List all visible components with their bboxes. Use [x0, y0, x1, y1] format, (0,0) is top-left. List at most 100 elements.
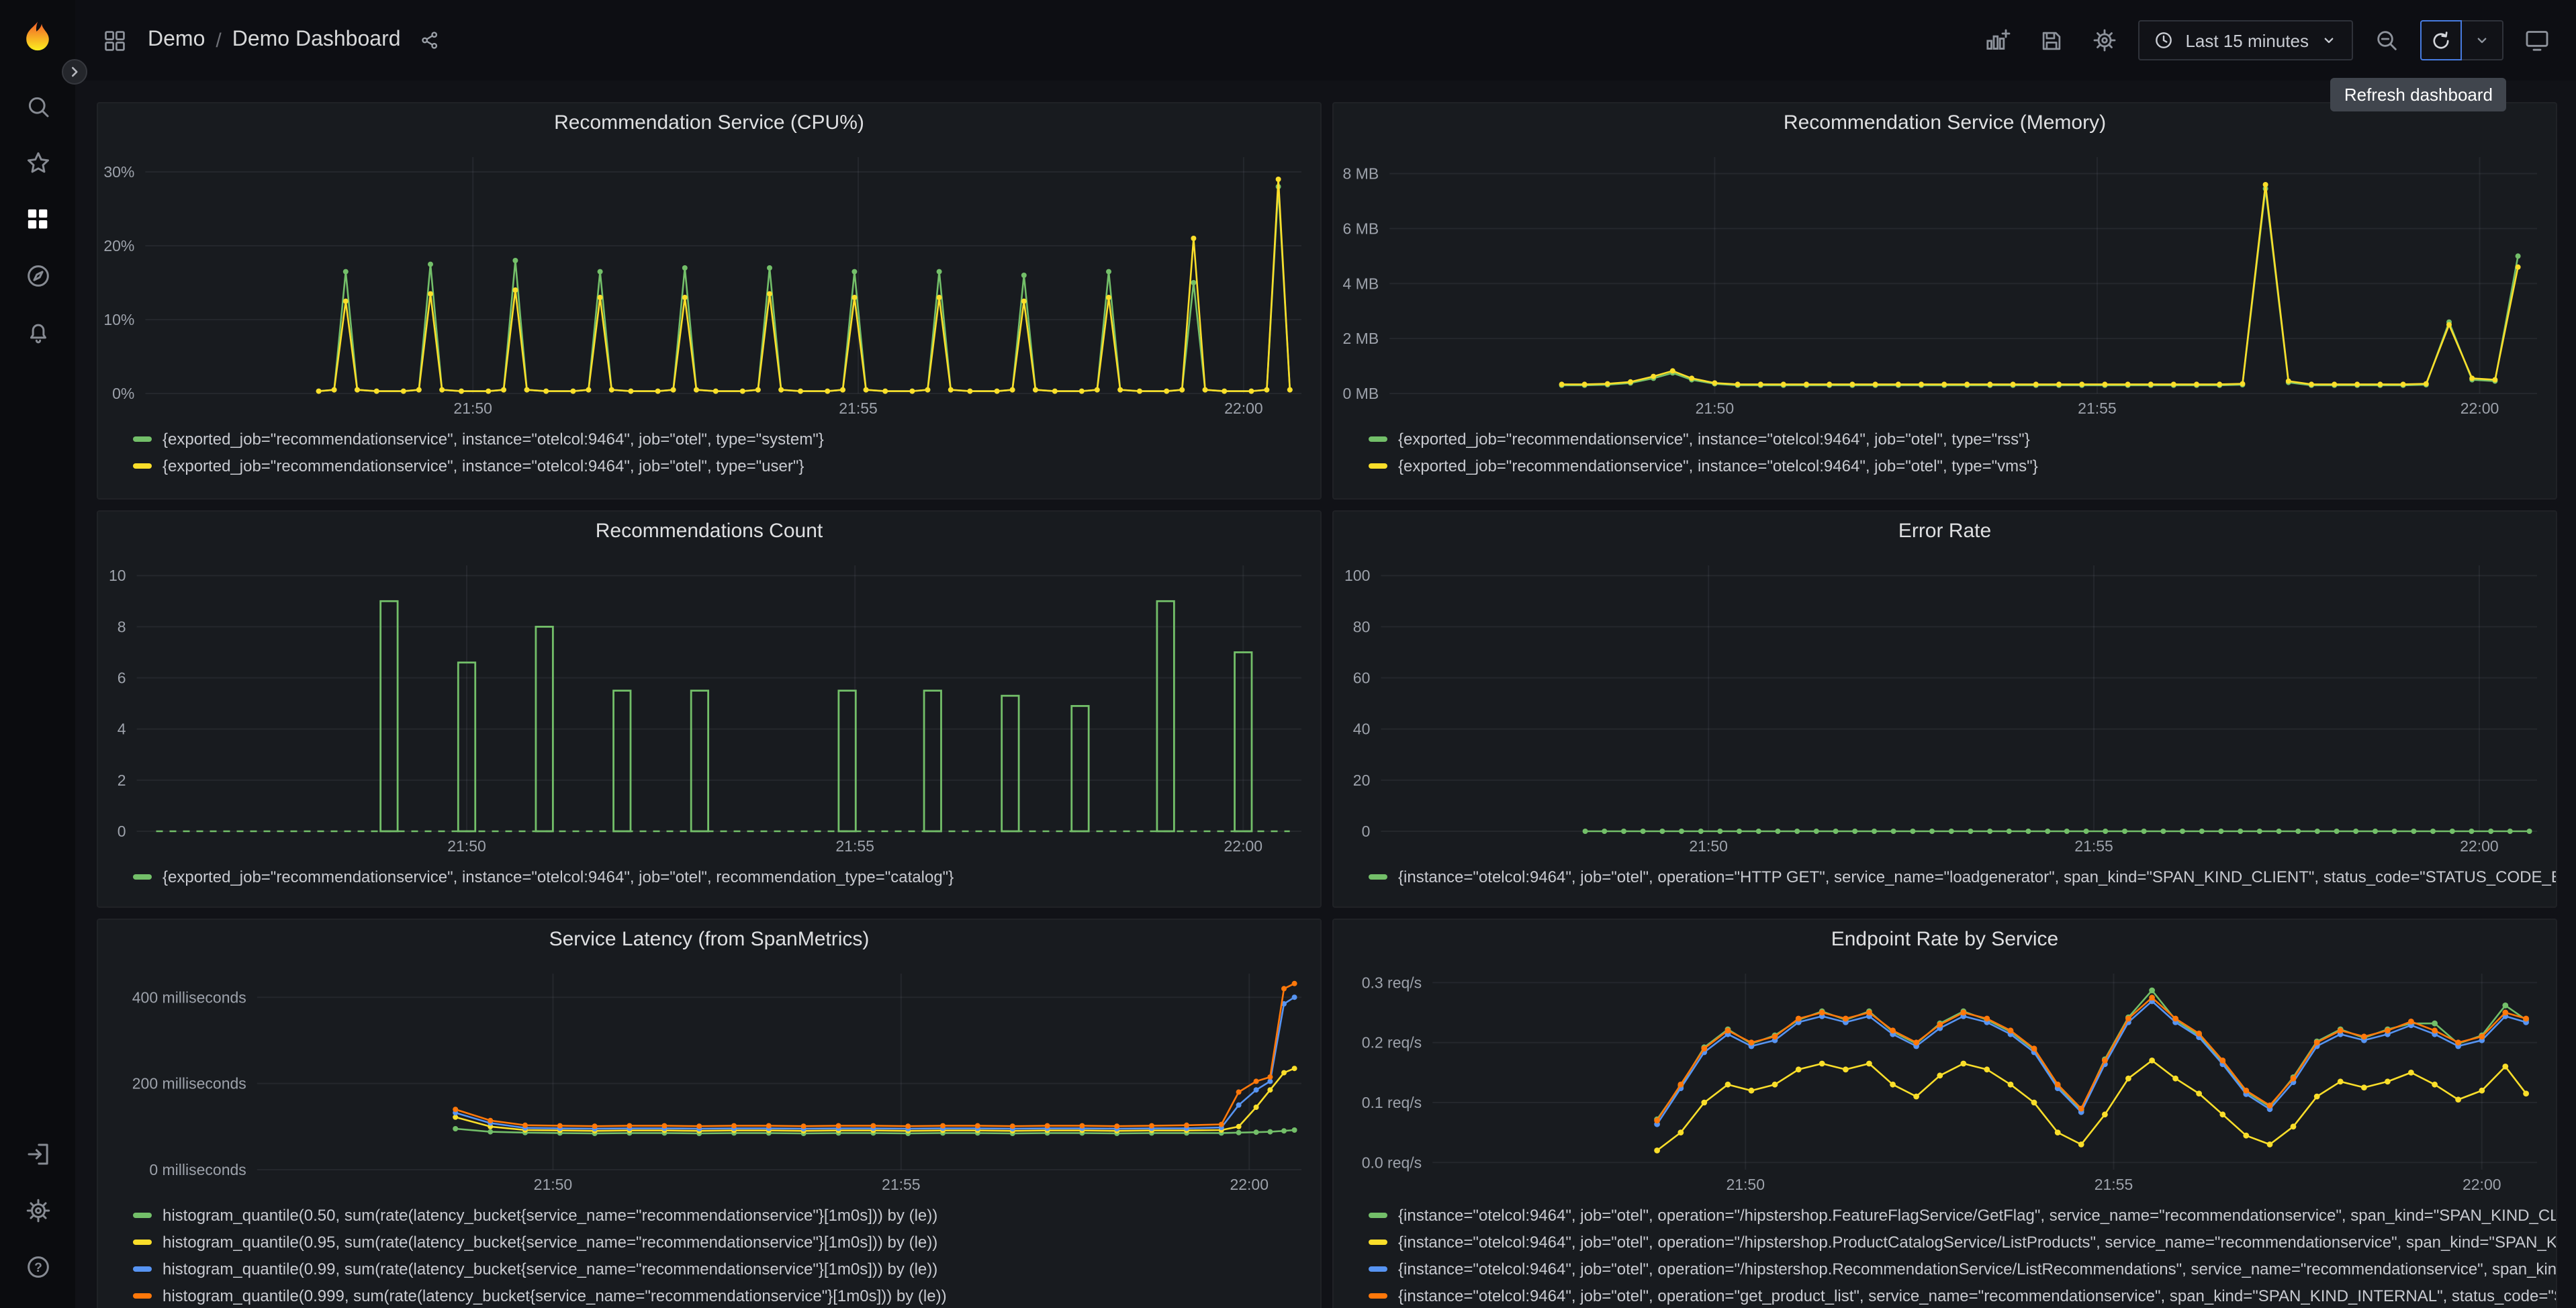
panel-add-icon [1986, 29, 2011, 50]
svg-text:22:00: 22:00 [2463, 1176, 2501, 1193]
refresh-button[interactable] [2420, 20, 2462, 60]
sidebar-item-search[interactable] [11, 78, 64, 134]
sidebar-item-sign-in[interactable] [11, 1125, 64, 1182]
zoom-out-button[interactable] [2366, 20, 2407, 60]
legend-item[interactable]: {exported_job="recommendationservice", i… [133, 426, 1309, 453]
legend-series-marker [133, 1266, 152, 1272]
legend-series-label: histogram_quantile(0.99, sum(rate(latenc… [163, 1260, 938, 1278]
legend-item[interactable]: {exported_job="recommendationservice", i… [133, 863, 1309, 890]
svg-text:4 MB: 4 MB [1343, 275, 1379, 292]
share-dashboard-button[interactable] [414, 24, 447, 56]
legend-series-marker [133, 463, 152, 469]
svg-text:21:55: 21:55 [2078, 400, 2117, 417]
star-icon [26, 151, 49, 173]
legend-series-marker [1369, 1266, 1387, 1272]
panel-title[interactable]: Recommendation Service (CPU%) [98, 103, 1320, 144]
svg-text:20: 20 [1353, 772, 1371, 789]
legend-item[interactable]: {instance="otelcol:9464", job="otel", op… [1369, 1229, 2556, 1256]
svg-text:8: 8 [118, 618, 126, 635]
legend-item[interactable]: histogram_quantile(0.95, sum(rate(latenc… [133, 1229, 1309, 1256]
legend-series-label: {exported_job="recommendationservice", i… [1398, 430, 2030, 449]
legend-item[interactable]: histogram_quantile(0.999, sum(rate(laten… [133, 1282, 1309, 1308]
svg-text:22:00: 22:00 [2460, 837, 2499, 855]
save-dashboard-button[interactable] [2031, 20, 2071, 60]
sidebar: ? [0, 0, 75, 1308]
legend-item[interactable]: {exported_job="recommendationservice", i… [133, 453, 1309, 479]
legend-series-label: {instance="otelcol:9464", job="otel", op… [1398, 1260, 2556, 1278]
refresh-split-button [2420, 20, 2503, 60]
svg-text:400 milliseconds: 400 milliseconds [132, 988, 246, 1006]
zoom-out-icon [2377, 31, 2397, 50]
svg-text:22:00: 22:00 [1224, 400, 1263, 417]
memory-chart[interactable]: 0 MB 2 MB 4 MB 6 MB 8 MB 21:50 21:55 22:00 [1334, 144, 2556, 420]
endpoint-rate-chart[interactable]: 0.0 req/s 0.1 req/s 0.2 req/s 0.3 req/s 21:5… [1334, 960, 2556, 1197]
error-rate-chart[interactable]: 0 20 40 60 80 100 21:50 21:55 22:00 [1334, 552, 2556, 858]
svg-text:30%: 30% [103, 163, 134, 181]
svg-text:22:00: 22:00 [1230, 1176, 1269, 1193]
dashboard-grid: Recommendation Service (CPU%) 0% 10% 20% 30… [75, 81, 2576, 1308]
svg-text:2: 2 [118, 772, 126, 789]
sidebar-item-dashboards[interactable] [11, 191, 64, 247]
breadcrumb-section[interactable]: Demo [148, 28, 205, 52]
panel-recommendation-cpu: Recommendation Service (CPU%) 0% 10% 20% 30… [97, 102, 1322, 500]
svg-text:2 MB: 2 MB [1343, 330, 1379, 347]
refresh-interval-dropdown[interactable] [2462, 20, 2503, 60]
svg-text:0: 0 [118, 823, 126, 840]
chevron-right-icon [71, 66, 78, 77]
legend-item[interactable]: {instance="otelcol:9464", job="otel", op… [1369, 863, 2556, 890]
svg-text:0%: 0% [112, 385, 134, 402]
breadcrumb-dashboard[interactable]: Demo Dashboard [232, 28, 401, 52]
sidebar-item-starred[interactable] [11, 134, 64, 191]
compass-icon [27, 265, 48, 286]
legend-item[interactable]: {exported_job="recommendationservice", i… [1369, 453, 2545, 479]
error-rate-legend: {instance="otelcol:9464", job="otel", op… [1334, 858, 2556, 890]
legend-series-marker [133, 436, 152, 442]
svg-text:0.2 req/s: 0.2 req/s [1362, 1034, 1422, 1052]
legend-item[interactable]: {instance="otelcol:9464", job="otel", op… [1369, 1282, 2556, 1308]
cpu-chart[interactable]: 0% 10% 20% 30% 21:50 21:55 22:00 [98, 144, 1320, 420]
svg-text:10: 10 [109, 567, 126, 584]
caret-down-icon [2477, 38, 2487, 44]
breadcrumb: Demo / Demo Dashboard [148, 28, 401, 52]
service-latency-chart[interactable]: 0 milliseconds 200 milliseconds 400 millis… [98, 960, 1320, 1197]
svg-text:?: ? [34, 1260, 42, 1274]
sidebar-item-help[interactable]: ? [11, 1238, 64, 1295]
legend-series-label: histogram_quantile(0.95, sum(rate(latenc… [163, 1233, 938, 1252]
svg-text:80: 80 [1353, 618, 1371, 635]
breadcrumb-separator: / [216, 29, 222, 52]
svg-text:21:55: 21:55 [839, 400, 878, 417]
sidebar-item-alerting[interactable] [11, 303, 64, 360]
panel-title[interactable]: Service Latency (from SpanMetrics) [98, 920, 1320, 960]
kiosk-mode-button[interactable] [2517, 20, 2557, 60]
svg-text:0.1 req/s: 0.1 req/s [1362, 1094, 1422, 1111]
dashboard-settings-button[interactable] [2084, 20, 2125, 60]
legend-series-label: {exported_job="recommendationservice", i… [163, 457, 804, 475]
sidebar-item-explore[interactable] [11, 247, 64, 303]
time-range-picker[interactable]: Last 15 minutes [2138, 20, 2353, 60]
panel-title[interactable]: Recommendations Count [98, 512, 1320, 552]
svg-text:21:55: 21:55 [2095, 1176, 2133, 1193]
recommendations-count-chart[interactable]: 0 2 4 6 8 10 21:50 21:55 22:00 [98, 552, 1320, 858]
svg-text:21:50: 21:50 [1689, 837, 1728, 855]
legend-item[interactable]: {instance="otelcol:9464", job="otel", op… [1369, 1256, 2556, 1282]
panel-title[interactable]: Error Rate [1334, 512, 2556, 552]
grafana-logo[interactable] [13, 13, 62, 62]
legend-series-label: {instance="otelcol:9464", job="otel", op… [1398, 1206, 2556, 1225]
legend-item[interactable]: {instance="otelcol:9464", job="otel", op… [1369, 1202, 2556, 1229]
legend-series-marker [1369, 463, 1387, 469]
add-panel-button[interactable] [1977, 20, 2017, 60]
time-range-label: Last 15 minutes [2185, 30, 2309, 50]
legend-series-marker [133, 1240, 152, 1245]
svg-text:22:00: 22:00 [1224, 837, 1262, 855]
panel-title[interactable]: Endpoint Rate by Service [1334, 920, 2556, 960]
legend-item[interactable]: histogram_quantile(0.99, sum(rate(latenc… [133, 1256, 1309, 1282]
apps-grid-icon-button[interactable] [94, 20, 134, 60]
sidebar-item-settings[interactable] [11, 1182, 64, 1238]
legend-item[interactable]: histogram_quantile(0.50, sum(rate(latenc… [133, 1202, 1309, 1229]
help-question-icon: ? [27, 1256, 48, 1277]
legend-series-marker [133, 1293, 152, 1299]
gear-icon [2094, 29, 2116, 52]
expand-sidebar-button[interactable] [62, 59, 87, 85]
legend-item[interactable]: {exported_job="recommendationservice", i… [1369, 426, 2545, 453]
svg-text:21:50: 21:50 [1726, 1176, 1765, 1193]
